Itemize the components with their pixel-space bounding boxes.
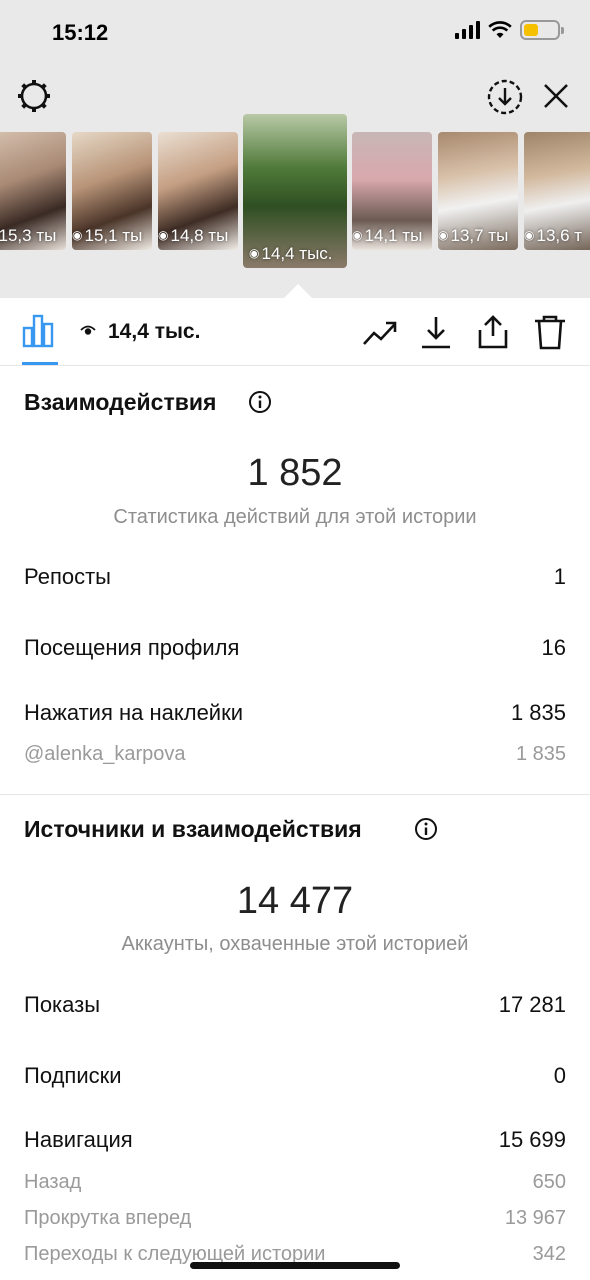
stat-label: @alenka_karpova	[24, 742, 186, 765]
eye-icon	[80, 325, 96, 335]
stat-value: 650	[532, 1170, 566, 1193]
info-icon[interactable]	[414, 817, 438, 841]
cellular-signal-icon	[455, 21, 480, 39]
stat-row-mention-sticker: @alenka_karpova 1 835	[24, 739, 566, 769]
stat-value: 17 281	[498, 992, 566, 1017]
discovery-title: Источники и взаимодействия	[24, 816, 362, 842]
info-icon[interactable]	[248, 390, 272, 414]
gear-icon[interactable]	[16, 78, 52, 114]
stat-value: 0	[553, 1063, 566, 1088]
stat-label: Посещения профиля	[24, 635, 240, 660]
story-thumbnail[interactable]: 14,1 ты	[352, 132, 432, 250]
download-icon[interactable]	[418, 314, 454, 350]
thumbnail-views: 14,8 ты	[158, 226, 238, 246]
status-bar: 15:12	[0, 0, 590, 64]
story-thumbnail[interactable]: 15,3 ты	[0, 132, 66, 250]
story-thumbnail[interactable]: 13,6 т	[524, 132, 590, 250]
delete-icon[interactable]	[532, 314, 568, 350]
stat-row-follows: Подписки 0	[24, 1061, 566, 1091]
interactions-total: 1 852	[247, 452, 343, 494]
insights-toolbar: 14,4 тыс.	[0, 298, 590, 366]
stat-row-reposts: Репосты 1	[24, 562, 566, 592]
stat-row-impressions: Показы 17 281	[24, 990, 566, 1020]
story-header-area: 15:12 ◉ 15,3 ты ◉ 15,1 ты ◉ 14,8 ты ◉ 14…	[0, 0, 590, 298]
home-indicator[interactable]	[190, 1262, 400, 1269]
stat-value: 1 835	[510, 700, 566, 725]
stat-row-forward: Прокрутка вперед 13 967	[24, 1203, 566, 1233]
story-thumbnail-selected[interactable]: 14,4 тыс.	[243, 114, 347, 268]
interactions-title: Взаимодействия	[24, 389, 217, 415]
discovery-total: 14 477	[236, 880, 354, 922]
story-thumbnail[interactable]: 15,1 ты	[72, 132, 152, 250]
thumbnail-views: 13,6 т	[524, 226, 590, 246]
section-divider	[0, 794, 590, 795]
stat-label: Репосты	[24, 564, 111, 589]
stat-label: Навигация	[24, 1127, 133, 1152]
share-icon[interactable]	[475, 314, 511, 350]
thumbnail-views: 15,1 ты	[72, 226, 152, 246]
interactions-subtitle: Статистика действий для этой истории	[113, 506, 477, 528]
status-time: 15:12	[52, 20, 109, 45]
stat-label: Подписки	[24, 1063, 122, 1088]
stat-value: 342	[532, 1242, 566, 1265]
stat-label: Назад	[24, 1170, 82, 1193]
save-story-icon[interactable]	[486, 78, 524, 116]
insights-chart-icon[interactable]	[22, 312, 58, 348]
stat-row-navigation: Навигация 15 699	[24, 1125, 566, 1155]
wifi-icon	[488, 21, 512, 38]
stat-value: 1 835	[515, 742, 566, 765]
story-thumbnail[interactable]: 13,7 ты	[438, 132, 518, 250]
trending-icon[interactable]	[362, 314, 398, 350]
stat-label: Нажатия на наклейки	[24, 700, 244, 725]
stat-row-back: Назад 650	[24, 1167, 566, 1197]
thumbnail-views: 13,7 ты	[438, 226, 518, 246]
thumbnail-views: 14,4 тыс.	[249, 244, 347, 264]
story-thumbnails: 15,3 ты 15,1 ты 14,8 ты 14,4 тыс. 14,1 т…	[0, 114, 590, 300]
stat-value: 13 967	[504, 1206, 566, 1229]
stat-label: Прокрутка вперед	[24, 1206, 192, 1229]
stat-value: 15 699	[498, 1127, 566, 1152]
stat-value: 16	[541, 635, 566, 660]
selected-story-pointer	[284, 284, 312, 298]
battery-icon	[520, 20, 564, 40]
stat-row-profile-visits: Посещения профиля 16	[24, 633, 566, 663]
story-thumbnail[interactable]: 14,8 ты	[158, 132, 238, 250]
active-tab-indicator	[22, 362, 58, 365]
thumbnail-views: 15,3 ты	[0, 226, 66, 246]
stat-value: 1	[553, 564, 566, 589]
discovery-subtitle: Аккаунты, охваченные этой историей	[121, 933, 469, 955]
stat-row-sticker-taps: Нажатия на наклейки 1 835	[24, 698, 566, 728]
views-count: 14,4 тыс.	[108, 320, 201, 343]
status-icons	[455, 20, 564, 40]
close-icon[interactable]	[540, 80, 572, 112]
thumbnail-views: 14,1 ты	[352, 226, 432, 246]
stat-label: Показы	[24, 992, 101, 1017]
